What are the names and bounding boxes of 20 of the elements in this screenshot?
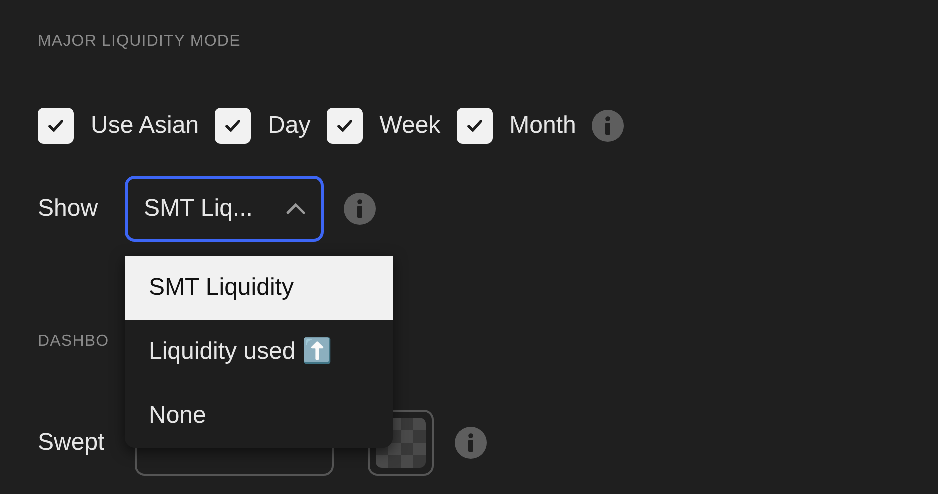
field-label: Swept bbox=[38, 429, 106, 457]
checkbox[interactable] bbox=[456, 108, 493, 144]
menu-item[interactable]: None bbox=[125, 384, 393, 448]
checkbox-label: Month bbox=[510, 112, 576, 140]
field-label: Show bbox=[38, 195, 100, 223]
info-icon[interactable] bbox=[592, 110, 624, 142]
menu-item[interactable]: Liquidity used ⬆ bbox=[125, 320, 393, 384]
section-heading: DASHBO bbox=[38, 332, 110, 352]
section-heading: MAJOR LIQUIDITY MODE bbox=[38, 32, 241, 52]
menu-item[interactable]: SMT Liquidity bbox=[125, 256, 393, 320]
checkbox[interactable] bbox=[326, 108, 363, 144]
checkbox[interactable] bbox=[38, 108, 74, 144]
show-select[interactable]: SMT Liq... bbox=[125, 176, 324, 242]
caret-icon bbox=[285, 202, 307, 216]
checkbox-label: Use Asian bbox=[91, 112, 200, 140]
checkbox-label: Day bbox=[268, 112, 311, 140]
checkbox-label: Week bbox=[380, 112, 441, 140]
info-icon[interactable] bbox=[344, 193, 376, 225]
checkbox[interactable] bbox=[215, 108, 252, 144]
info-icon[interactable] bbox=[455, 427, 487, 459]
